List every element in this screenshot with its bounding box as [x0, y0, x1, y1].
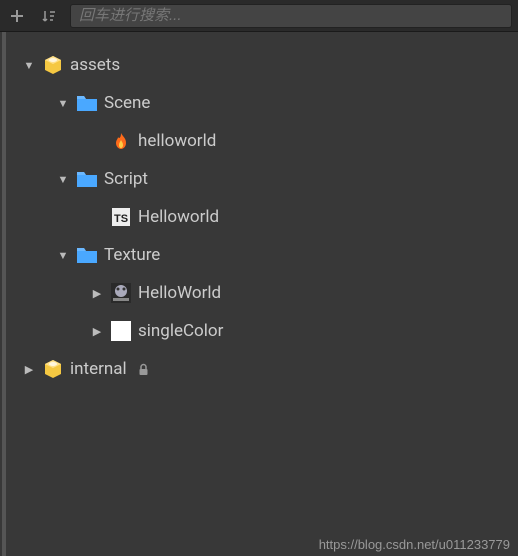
tree-node-scene-folder[interactable]: ▼ Scene	[6, 84, 518, 122]
chevron-down-icon[interactable]: ▼	[22, 58, 36, 72]
node-label: helloworld	[138, 131, 216, 151]
add-button[interactable]	[6, 5, 28, 27]
node-label: Scene	[104, 93, 150, 113]
image-thumbnail-icon	[110, 282, 132, 304]
fire-icon	[110, 130, 132, 152]
chevron-right-icon[interactable]: ▶	[22, 362, 36, 376]
chevron-right-icon[interactable]: ▶	[90, 286, 104, 300]
tree-node-assets[interactable]: ▼ assets	[6, 46, 518, 84]
svg-text:TS: TS	[114, 213, 128, 225]
asset-tree: ▼ assets ▼ Scene ▶ helloworld ▼ Script ▶…	[2, 32, 518, 556]
tree-node-texture-folder[interactable]: ▼ Texture	[6, 236, 518, 274]
node-label: HelloWorld	[138, 283, 221, 303]
node-label: internal	[70, 359, 127, 379]
tree-node-script-helloworld[interactable]: ▶ TS Helloworld	[6, 198, 518, 236]
node-label: assets	[70, 55, 120, 75]
watermark-text: https://blog.csdn.net/u011233779	[319, 537, 510, 552]
node-label: Texture	[104, 245, 160, 265]
folder-icon	[76, 92, 98, 114]
sort-button[interactable]	[38, 5, 60, 27]
chevron-down-icon[interactable]: ▼	[56, 96, 70, 110]
chevron-right-icon[interactable]: ▶	[90, 324, 104, 338]
toolbar	[0, 0, 518, 32]
node-label: Helloworld	[138, 207, 219, 227]
typescript-icon: TS	[110, 206, 132, 228]
tree-node-script-folder[interactable]: ▼ Script	[6, 160, 518, 198]
tree-node-scene-helloworld[interactable]: ▶ helloworld	[6, 122, 518, 160]
folder-icon	[76, 244, 98, 266]
chevron-down-icon[interactable]: ▼	[56, 172, 70, 186]
package-icon	[42, 358, 64, 380]
node-label: Script	[104, 169, 148, 189]
lock-icon	[137, 363, 150, 376]
chevron-down-icon[interactable]: ▼	[56, 248, 70, 262]
folder-icon	[76, 168, 98, 190]
package-icon	[42, 54, 64, 76]
image-thumbnail-icon	[110, 320, 132, 342]
search-input[interactable]	[70, 4, 512, 28]
node-label: singleColor	[138, 321, 223, 341]
tree-node-internal[interactable]: ▶ internal	[6, 350, 518, 388]
tree-node-texture-helloworld[interactable]: ▶ HelloWorld	[6, 274, 518, 312]
tree-node-texture-singlecolor[interactable]: ▶ singleColor	[6, 312, 518, 350]
